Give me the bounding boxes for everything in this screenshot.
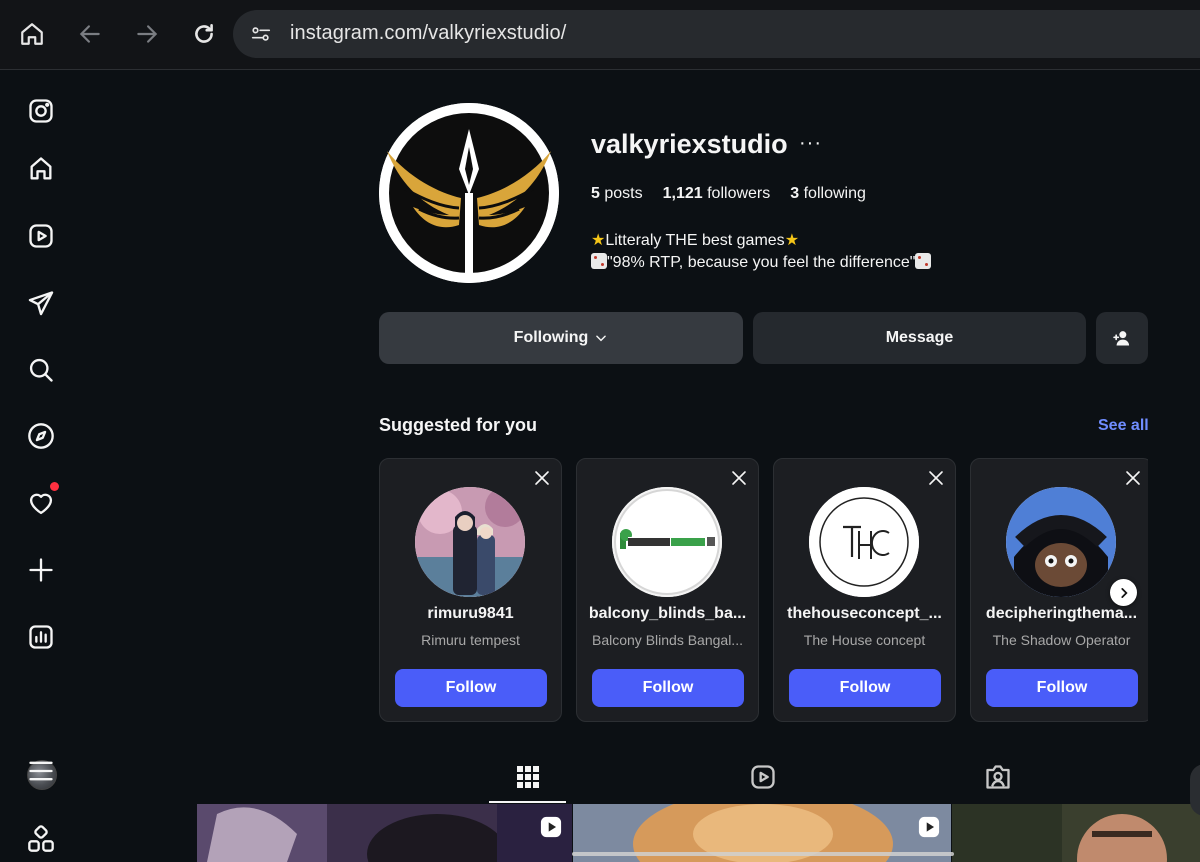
bio-line-1-text: Litteraly THE best games [605,232,785,249]
reload-icon[interactable] [191,21,217,47]
valkyrie-logo-icon [379,103,559,283]
following-button-label: Following [513,329,589,346]
reels-tab-icon[interactable] [749,763,777,791]
forward-arrow-icon[interactable] [134,21,160,47]
see-all-link[interactable]: See all [1098,417,1149,435]
suggested-avatar[interactable] [809,487,919,597]
profile-bio: ★Litteraly THE best games★ "98% RTP, bec… [591,230,932,274]
suggested-fullname: The Shadow Operator [992,632,1131,648]
back-arrow-icon[interactable] [77,21,103,47]
menu-icon[interactable] [26,756,56,786]
bio-line-2: "98% RTP, because you feel the differenc… [591,252,932,274]
dice-icon [915,253,932,269]
suggested-card: balcony_blinds_ba... Balcony Blinds Bang… [576,458,759,722]
following-count: 3 [790,185,800,202]
profile-options-button[interactable]: ··· [799,132,822,155]
dice-icon [591,253,607,269]
home-indicator [572,852,954,856]
address-bar[interactable]: instagram.com/valkyriexstudio/ [233,10,1200,58]
dismiss-suggestion-button[interactable] [1125,470,1141,486]
notification-badge [50,482,59,491]
suggested-card: thehouseconcept_... The House concept Fo… [773,458,956,722]
suggested-username[interactable]: rimuru9841 [380,605,561,623]
suggested-username[interactable]: decipheringthema... [971,605,1148,623]
followers-label: followers [707,185,771,202]
instagram-logo-icon[interactable] [26,96,56,126]
person-avatar-image [1006,487,1116,597]
suggested-title: Suggested for you [379,415,538,435]
close-icon [732,471,746,485]
tagged-tab-icon[interactable] [984,763,1012,791]
suggested-avatar[interactable] [1006,487,1116,597]
post-thumbnail[interactable] [197,804,572,862]
suggested-fullname: Balcony Blinds Bangal... [592,632,743,648]
chevron-right-icon [1120,587,1128,598]
chevron-down-icon [596,335,607,342]
sidebar-nav [0,70,80,862]
post-image [952,804,1200,862]
following-label: following [803,185,866,202]
suggested-fullname: The House concept [803,632,926,648]
profile-username: valkyriexstudio [591,129,788,159]
posts-count: 5 [591,185,600,202]
follow-button[interactable]: Follow [986,669,1138,707]
followers-count: 1,121 [662,185,703,202]
thc-logo-icon [809,487,919,597]
suggest-people-button[interactable] [1096,312,1148,364]
site-settings-icon[interactable] [250,23,272,45]
bio-line-1: ★Litteraly THE best games★ [591,230,931,252]
browser-home-icon[interactable] [19,21,45,47]
scroll-handle[interactable] [1190,764,1200,816]
browser-toolbar: instagram.com/valkyriexstudio/ [0,0,1200,70]
suggested-carousel: rimuru9841 Rimuru tempest Follow balcony… [379,458,1148,722]
url-text[interactable]: instagram.com/valkyriexstudio/ [290,22,566,45]
dismiss-suggestion-button[interactable] [928,470,944,486]
suggested-avatar[interactable] [415,487,525,597]
explore-icon[interactable] [26,421,56,451]
reel-badge-icon [540,816,562,838]
follow-button[interactable]: Follow [592,669,744,707]
carousel-next-button[interactable] [1110,579,1137,606]
follow-button[interactable]: Follow [789,669,941,707]
close-icon [929,471,943,485]
suggested-fullname: Rimuru tempest [421,632,520,648]
post-image [197,804,572,862]
insights-icon[interactable] [26,622,56,652]
notifications-icon[interactable] [26,482,59,518]
messages-icon[interactable] [26,288,56,318]
suggested-avatar[interactable] [612,487,722,597]
following-button[interactable]: Following [379,312,743,364]
search-icon[interactable] [26,355,56,385]
dismiss-suggestion-button[interactable] [534,470,550,486]
reel-badge-icon [918,816,940,838]
suggested-username[interactable]: thehouseconcept_... [774,605,955,623]
message-button[interactable]: Message [753,312,1086,364]
add-user-icon [1113,331,1130,346]
close-icon [535,471,549,485]
post-thumbnail[interactable] [952,804,1200,862]
star-icon: ★ [784,232,800,249]
follow-button[interactable]: Follow [395,669,547,707]
balcony-blinds-logo-icon [612,487,722,597]
bio-line-2-text: "98% RTP, because you feel the differenc… [607,254,916,271]
dismiss-suggestion-button[interactable] [731,470,747,486]
followers-stat[interactable]: 1,121 followers [663,185,771,203]
home-icon[interactable] [26,154,56,184]
message-button-label: Message [885,329,954,346]
more-apps-icon[interactable] [26,824,56,854]
following-stat[interactable]: 3 following [790,185,866,203]
create-icon[interactable] [26,555,56,585]
posts-label: posts [604,185,643,202]
profile-stats: 5 posts 1,121 followers 3 following [591,185,886,203]
anime-avatar-image [415,487,525,597]
posts-stat[interactable]: 5 posts [591,185,643,203]
active-tab-indicator [489,801,566,803]
reels-icon[interactable] [26,221,56,251]
profile-picture[interactable] [379,103,559,283]
suggested-card: rimuru9841 Rimuru tempest Follow [379,458,562,722]
posts-grid-icon[interactable] [514,763,542,791]
star-icon: ★ [591,232,606,249]
close-icon [1126,471,1140,485]
suggested-username[interactable]: balcony_blinds_ba... [577,605,758,623]
